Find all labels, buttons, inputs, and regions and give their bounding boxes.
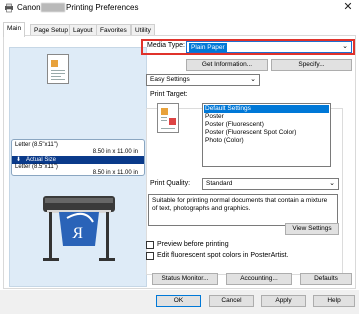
settings-mode-select[interactable]: Easy Settings ⌄ (146, 74, 260, 86)
print-target-list[interactable]: Default Settings Poster Poster (Fluoresc… (202, 103, 331, 167)
accounting-button[interactable]: Accounting... (226, 273, 292, 285)
print-target-description: Suitable for printing normal documents t… (148, 194, 338, 226)
title-bar: Canon Printing Preferences ✕ (0, 0, 359, 17)
chevron-down-icon: ⌄ (342, 43, 348, 50)
source-size-label: Letter (8.5"x11") (15, 142, 58, 148)
edit-fluorescent-label: Edit fluorescent spot colors in PosterAr… (157, 252, 289, 259)
window-title: Printing Preferences (66, 3, 139, 12)
output-size-label: Letter (8.5"x11") (15, 164, 58, 170)
ok-button[interactable]: OK (156, 295, 201, 307)
list-item[interactable]: Poster (Fluorescent) (204, 121, 329, 129)
dialog-button-bar: OK Cancel Apply Help (0, 290, 359, 314)
media-type-select[interactable]: Plain Paper ⌄ (186, 41, 352, 53)
defaults-button[interactable]: Defaults (300, 273, 352, 285)
print-target-thumbnail (157, 103, 179, 133)
view-settings-button[interactable]: View Settings (285, 223, 339, 235)
media-type-label: Media Type: (147, 42, 186, 49)
arrow-down-icon: ⬇ (16, 157, 22, 163)
status-monitor-button[interactable]: Status Monitor... (152, 273, 218, 285)
tab-main[interactable]: Main (3, 22, 26, 37)
preview-before-printing-checkbox[interactable] (146, 241, 154, 249)
source-size-dims: 8.50 in x 11.00 in (92, 149, 138, 155)
chevron-down-icon: ⌄ (250, 76, 256, 83)
scaling-bar: ⬇ Actual Size (12, 156, 144, 164)
print-quality-select[interactable]: Standard ⌄ (202, 178, 339, 190)
get-information-button[interactable]: Get Information... (186, 59, 268, 71)
paper-size-info: Letter (8.5"x11") 8.50 in x 11.00 in ⬇ A… (11, 139, 145, 176)
chevron-down-icon: ⌄ (329, 180, 335, 187)
print-quality-value: Standard (206, 180, 233, 187)
printer-app-icon (5, 3, 13, 13)
close-icon[interactable]: ✕ (341, 1, 355, 14)
list-item[interactable]: Poster (Fluorescent Spot Color) (204, 129, 329, 137)
page-preview-thumbnail (47, 54, 69, 84)
list-item[interactable]: Photo (Color) (204, 137, 329, 145)
preview-before-printing-label: Preview before printing (157, 241, 229, 248)
list-item[interactable]: Default Settings (204, 105, 329, 113)
window-title-prefix: Canon (17, 3, 41, 12)
list-item[interactable]: Poster (204, 113, 329, 121)
large-format-printer-illustration: R (43, 196, 115, 261)
redacted-model-name (41, 3, 65, 12)
print-quality-label: Print Quality: (150, 180, 191, 187)
main-tab-panel: Letter (8.5"x11") 8.50 in x 11.00 in ⬇ A… (3, 35, 356, 289)
print-target-label: Print Target: (150, 91, 188, 98)
cancel-button[interactable]: Cancel (209, 295, 254, 307)
specify-button[interactable]: Specify... (271, 59, 352, 71)
help-button[interactable]: Help (313, 295, 355, 307)
settings-preview: Letter (8.5"x11") 8.50 in x 11.00 in ⬇ A… (9, 47, 147, 287)
svg-text:R: R (72, 225, 83, 242)
apply-button[interactable]: Apply (261, 295, 306, 307)
scaling-label: Actual Size (26, 157, 57, 163)
edit-fluorescent-checkbox[interactable] (146, 252, 154, 260)
output-size-dims: 8.50 in x 11.00 in (92, 170, 138, 176)
media-type-value: Plain Paper (189, 43, 227, 52)
settings-mode-value: Easy Settings (150, 76, 190, 83)
